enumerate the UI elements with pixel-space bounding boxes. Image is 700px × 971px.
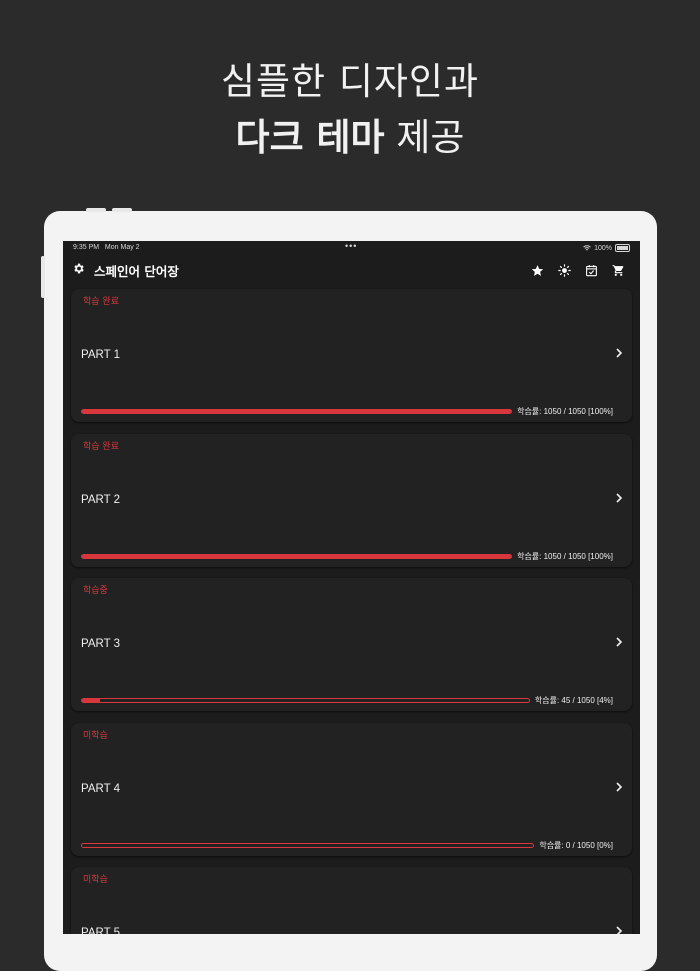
- nav-bar: 스페인어 단어장: [63, 255, 640, 287]
- part-title: PART 2: [81, 493, 120, 506]
- wifi-icon: [583, 245, 591, 251]
- part-card[interactable]: 학습 완료 PART 1 학습률: 1050 / 1050 [100%]: [71, 289, 632, 422]
- status-badge: 학습 완료: [83, 441, 119, 452]
- brightness-icon[interactable]: [558, 262, 572, 277]
- progress-bar: [81, 842, 535, 848]
- status-badge: 학습 완료: [83, 297, 119, 307]
- status-right: 100%: [583, 244, 630, 252]
- status-badge: 미학습: [83, 875, 108, 885]
- chevron-right-icon[interactable]: [615, 347, 623, 361]
- app-title: 스페인어 단어장: [94, 264, 179, 279]
- headline-light: 제공: [384, 116, 465, 159]
- gear-icon[interactable]: [72, 262, 86, 276]
- progress-bar: [81, 409, 513, 414]
- progress-text: 학습률: 0 / 1050 [0%]: [539, 840, 613, 850]
- headline-line2: 다크 테마 제공: [0, 110, 700, 166]
- part-title: PART 3: [81, 638, 120, 650]
- headline: 심플한 디자인과 다크 테마 제공: [0, 54, 700, 166]
- part-card[interactable]: 미학습 PART 4 학습률: 0 / 1050 [0%]: [71, 722, 632, 856]
- device-button: [86, 208, 106, 212]
- progress-bar: [81, 553, 513, 559]
- part-list: 학습 완료 PART 1 학습률: 1050 / 1050 [100%] 학습 완료 P…: [71, 289, 632, 934]
- chevron-right-icon[interactable]: [615, 636, 623, 650]
- part-title: PART 1: [81, 349, 120, 361]
- part-card[interactable]: 학습중 PART 3 학습률: 45 / 1050 [4%]: [71, 578, 632, 711]
- device-side-button: [41, 256, 45, 298]
- progress-fill: [82, 410, 512, 413]
- progress-text: 학습률: 1050 / 1050 [100%]: [517, 407, 613, 416]
- part-title: PART 5: [81, 927, 120, 934]
- status-badge: 미학습: [83, 730, 108, 741]
- status-bar: 9:35 PM Mon May 2 ••• 100%: [63, 241, 640, 255]
- headline-line1: 심플한 디자인과: [220, 60, 480, 103]
- headline-bold: 다크 테마: [235, 116, 385, 159]
- multitask-dots[interactable]: •••: [345, 241, 357, 251]
- device-button: [112, 208, 132, 212]
- progress-fill: [82, 554, 512, 558]
- battery-percent: 100%: [594, 244, 612, 252]
- status-time: 9:35 PM Mon May 2: [73, 244, 140, 251]
- part-title: PART 4: [81, 782, 120, 795]
- progress-text: 학습률: 45 / 1050 [4%]: [534, 696, 613, 705]
- cart-icon[interactable]: [612, 262, 626, 276]
- chevron-right-icon[interactable]: [615, 925, 623, 934]
- app-screen: 9:35 PM Mon May 2 ••• 100% 스페인어 단어장 학습 완…: [63, 241, 640, 934]
- status-badge: 학습중: [83, 586, 108, 596]
- progress-bar: [81, 698, 530, 703]
- progress-text: 학습률: 1050 / 1050 [100%]: [517, 551, 613, 561]
- chevron-right-icon[interactable]: [615, 781, 623, 795]
- battery-icon: [615, 244, 630, 252]
- part-card[interactable]: 미학습 PART 5: [71, 867, 632, 934]
- part-card[interactable]: 학습 완료 PART 2 학습률: 1050 / 1050 [100%]: [71, 433, 632, 567]
- progress-fill: [82, 699, 100, 702]
- nav-actions: [531, 262, 626, 277]
- calendar-check-icon[interactable]: [585, 262, 599, 277]
- chevron-right-icon[interactable]: [615, 492, 623, 506]
- star-icon[interactable]: [531, 262, 545, 276]
